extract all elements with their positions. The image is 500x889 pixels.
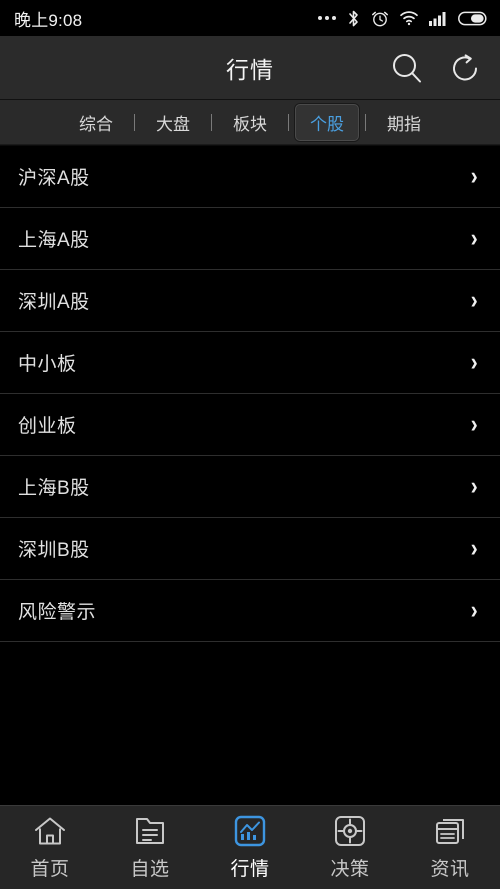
status-icon-group <box>318 9 488 28</box>
list-item-label: 风险警示 <box>18 602 97 623</box>
nav-label: 决策 <box>330 859 370 880</box>
tab-separator <box>134 114 135 131</box>
chevron-right-icon: › <box>470 472 478 500</box>
category-tabbar: 综合 大盘 板块 个股 期指 <box>0 100 500 146</box>
app-header: 行情 <box>0 36 500 100</box>
status-time: 晚上9:08 <box>14 10 83 30</box>
wifi-icon <box>400 11 418 26</box>
search-icon <box>393 54 421 83</box>
nav-label: 首页 <box>30 859 70 880</box>
bottom-navigation: 首页 自选 行情 决策 资讯 <box>0 805 500 889</box>
list-item[interactable]: 风险警示 › <box>0 580 500 642</box>
alarm-clock-icon <box>372 11 388 26</box>
refresh-icon <box>453 54 477 81</box>
tab-dapan[interactable]: 大盘 <box>141 104 205 141</box>
refresh-button[interactable] <box>444 47 486 89</box>
header-actions <box>386 36 486 100</box>
tab-gegu[interactable]: 个股 <box>295 104 359 141</box>
folder-list-icon <box>134 814 166 848</box>
search-button[interactable] <box>386 47 428 89</box>
list-item[interactable]: 深圳A股 › <box>0 270 500 332</box>
status-bar: 晚上9:08 <box>0 0 500 36</box>
list-item-label: 沪深A股 <box>18 168 90 189</box>
app-root: 晚上9:08 行情 综合 大盘 板块 个股 期指 沪深A股 › 上海A股 › 深… <box>0 0 500 889</box>
list-item[interactable]: 沪深A股 › <box>0 146 500 208</box>
tab-separator <box>288 114 289 131</box>
chevron-right-icon: › <box>470 534 478 562</box>
cellular-signal-icon <box>429 11 446 26</box>
list-item-label: 深圳B股 <box>18 540 90 561</box>
list-item[interactable]: 深圳B股 › <box>0 518 500 580</box>
tab-zonghe[interactable]: 综合 <box>64 104 128 141</box>
list-item-label: 深圳A股 <box>18 292 90 313</box>
chevron-right-icon: › <box>470 286 478 314</box>
nav-item-home[interactable]: 首页 <box>0 806 100 889</box>
list-item-label: 创业板 <box>18 416 77 437</box>
nav-label: 资讯 <box>430 859 470 880</box>
chevron-right-icon: › <box>470 224 478 252</box>
chevron-right-icon: › <box>470 162 478 190</box>
tab-separator <box>211 114 212 131</box>
chevron-right-icon: › <box>470 410 478 438</box>
list-item-label: 上海B股 <box>18 478 90 499</box>
list-item[interactable]: 中小板 › <box>0 332 500 394</box>
news-windows-icon <box>434 814 466 848</box>
nav-label: 自选 <box>130 859 170 880</box>
bluetooth-icon <box>349 10 358 26</box>
list-item-label: 中小板 <box>18 354 77 375</box>
chevron-right-icon: › <box>470 596 478 624</box>
target-crosshair-icon <box>334 814 366 848</box>
nav-item-market[interactable]: 行情 <box>200 806 300 889</box>
page-title: 行情 <box>226 56 274 83</box>
list-item-label: 上海A股 <box>18 230 90 251</box>
chevron-right-icon: › <box>470 348 478 376</box>
tab-separator <box>365 114 366 131</box>
home-icon <box>33 814 67 848</box>
chart-icon <box>234 814 266 848</box>
nav-label: 行情 <box>230 859 270 880</box>
more-dots-icon <box>318 16 336 20</box>
nav-item-news[interactable]: 资讯 <box>400 806 500 889</box>
list-item[interactable]: 上海B股 › <box>0 456 500 518</box>
market-category-list: 沪深A股 › 上海A股 › 深圳A股 › 中小板 › 创业板 › 上海B股 › … <box>0 146 500 805</box>
battery-icon <box>458 11 487 25</box>
list-item[interactable]: 创业板 › <box>0 394 500 456</box>
tab-bankuai[interactable]: 板块 <box>218 104 282 141</box>
list-item[interactable]: 上海A股 › <box>0 208 500 270</box>
nav-item-decision[interactable]: 决策 <box>300 806 400 889</box>
nav-item-watchlist[interactable]: 自选 <box>100 806 200 889</box>
tab-qizhi[interactable]: 期指 <box>372 104 436 141</box>
